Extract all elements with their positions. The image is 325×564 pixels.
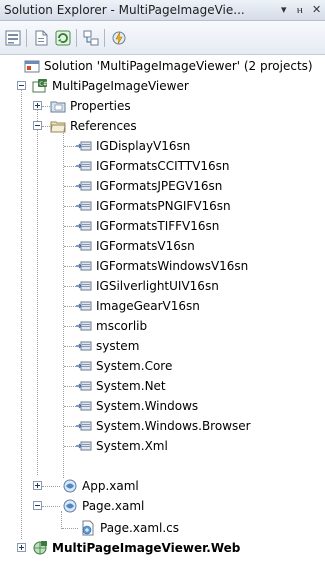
close-icon[interactable]: ✕ — [312, 3, 321, 16]
tree-item-label: IGFormatsCCITTV16sn — [96, 159, 230, 173]
tree-item-label: IGFormatsWindowsV16sn — [96, 259, 249, 273]
tree-line — [64, 286, 76, 287]
toolbar-separator — [26, 29, 27, 47]
reference-icon — [76, 201, 92, 211]
title-bar: Solution Explorer - MultiPageImageVie...… — [0, 0, 325, 21]
tree-item-label: System.Core — [96, 359, 173, 373]
reference-icon — [76, 421, 92, 431]
collapse-toggle[interactable] — [33, 121, 42, 130]
tree-line — [42, 486, 60, 487]
properties-icon[interactable] — [4, 29, 22, 47]
csharp-file-icon — [82, 520, 94, 536]
web-project-icon — [33, 541, 47, 555]
reference-icon — [76, 341, 92, 351]
toolbar — [0, 21, 325, 55]
tree-item-label: App.xaml — [82, 479, 139, 493]
tree-item-label: System.Xml — [96, 439, 168, 453]
tree-item-label: System.Windows — [96, 399, 199, 413]
tree-line — [64, 186, 76, 187]
tree-item-label: MultiPageImageViewer.Web — [52, 541, 241, 555]
reference-icon — [76, 361, 92, 371]
csharp-project-icon: C# — [32, 79, 48, 93]
window-title: Solution Explorer - MultiPageImageVie... — [4, 3, 245, 17]
tree-line — [37, 104, 38, 475]
reference-icon — [76, 261, 92, 271]
dropdown-icon[interactable]: ▾ — [281, 3, 287, 16]
tree-line — [64, 246, 76, 247]
show-all-files-icon[interactable] — [32, 29, 50, 47]
expand-toggle[interactable] — [33, 481, 42, 490]
toolbar-separator — [76, 29, 77, 47]
reference-icon — [76, 381, 92, 391]
reference-icon — [76, 441, 92, 451]
tree-line — [64, 326, 76, 327]
tree-line — [64, 426, 76, 427]
tree-line — [64, 306, 76, 307]
tree-item-label: IGFormatsPNGIFV16sn — [96, 199, 231, 213]
solution-icon — [24, 60, 40, 73]
reference-icon — [76, 221, 92, 231]
expand-toggle[interactable] — [17, 543, 26, 552]
xaml-file-icon — [63, 479, 77, 493]
reference-icon — [76, 161, 92, 171]
tree-item-label: MultiPageImageViewer — [52, 79, 189, 93]
properties-folder-icon — [50, 101, 66, 113]
reference-icon — [76, 181, 92, 191]
tree-item-label: System.Windows.Browser — [96, 419, 251, 433]
svg-text:C#: C# — [39, 82, 48, 88]
reference-icon — [76, 141, 92, 151]
references-folder-icon — [50, 121, 66, 133]
view-class-diagram-icon[interactable] — [82, 29, 100, 47]
tree-item-label: Solution 'MultiPageImageViewer' (2 proje… — [44, 59, 313, 73]
tree-line — [64, 166, 76, 167]
tree-item-label: mscorlib — [96, 319, 148, 333]
tree-line — [42, 106, 50, 107]
reference-icon — [76, 281, 92, 291]
tree-line — [21, 84, 22, 539]
tree-item-label: ImageGearV16sn — [96, 299, 200, 313]
tree-line — [64, 146, 76, 147]
solution-tree: Solution 'MultiPageImageViewer' (2 proje… — [0, 56, 325, 564]
tree-item-label: Page.xaml — [82, 499, 145, 513]
tree-item-label: Page.xaml.cs — [100, 521, 180, 535]
tree-line — [64, 266, 76, 267]
tree-item-label: IGFormatsV16sn — [96, 239, 195, 253]
tree-line — [64, 386, 76, 387]
tree-line — [64, 446, 76, 447]
tree-line — [62, 528, 78, 529]
xaml-file-icon — [63, 499, 77, 513]
tree-item-label: IGFormatsJPEGV16sn — [96, 179, 223, 193]
tree-line — [64, 346, 76, 347]
toolbar-separator — [104, 29, 105, 47]
tree-item-label: IGSilverlightUIV16sn — [96, 279, 219, 293]
reference-icon — [76, 401, 92, 411]
pin-icon[interactable]: ⲏ — [297, 3, 303, 17]
reference-icon — [76, 321, 92, 331]
reference-icon — [76, 301, 92, 311]
collapse-toggle[interactable] — [17, 81, 26, 90]
collapse-toggle[interactable] — [33, 501, 42, 510]
tree-item-label: Properties — [70, 99, 131, 113]
tree-line — [42, 126, 50, 127]
tree-line — [63, 124, 64, 478]
lightning-icon[interactable] — [110, 29, 128, 47]
refresh-icon[interactable] — [54, 29, 72, 47]
tree-item-label: System.Net — [96, 379, 166, 393]
tree-item-label: IGFormatsTIFFV16sn — [96, 219, 220, 233]
tree-line — [64, 226, 76, 227]
tree-line — [64, 206, 76, 207]
tree-item-label: References — [70, 119, 137, 133]
tree-item-label: IGDisplayV16sn — [96, 139, 191, 153]
tree-line — [64, 406, 76, 407]
tree-line — [64, 366, 76, 367]
tree-item-label: system — [96, 339, 140, 353]
reference-icon — [76, 241, 92, 251]
expand-toggle[interactable] — [33, 101, 42, 110]
tree-line — [42, 506, 60, 507]
